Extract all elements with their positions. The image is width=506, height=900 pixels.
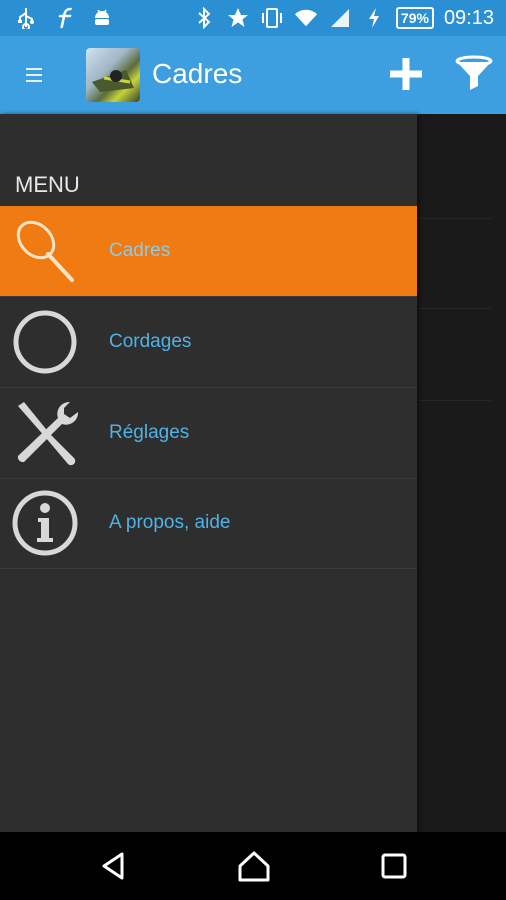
add-icon <box>390 58 422 90</box>
status-time: 09:13 <box>443 6 494 29</box>
menu-item-reglages[interactable]: Réglages <box>0 388 417 479</box>
status-left-icons <box>14 6 114 30</box>
filter-icon <box>455 55 493 90</box>
star-icon <box>226 6 250 30</box>
back-button[interactable] <box>96 848 132 884</box>
recents-icon <box>381 853 407 879</box>
back-icon <box>102 852 124 880</box>
menu-item-label: Cordages <box>109 331 192 352</box>
racket-icon <box>10 216 80 286</box>
list-divider <box>418 400 492 401</box>
status-right-icons: 79% 09:13 <box>192 6 494 30</box>
app-logo <box>86 48 140 102</box>
home-button[interactable] <box>236 848 272 884</box>
menu-item-cordages[interactable]: Cordages <box>0 297 417 388</box>
menu-item-cadres[interactable]: Cadres <box>0 206 417 297</box>
usb-icon <box>14 6 38 30</box>
info-icon <box>10 488 80 558</box>
page-title: Cadres <box>152 58 243 89</box>
navigation-bar <box>0 832 506 900</box>
charging-icon <box>362 6 386 30</box>
navigation-drawer: MENU Cadres Cordages Réglages A propos, … <box>0 114 417 832</box>
drawer-toggle-icon[interactable] <box>26 64 42 88</box>
tools-icon <box>10 398 80 468</box>
filter-button[interactable] <box>454 54 494 94</box>
signal-icon <box>328 6 352 30</box>
menu-item-a-propos[interactable]: A propos, aide <box>0 478 417 569</box>
home-icon <box>238 851 270 882</box>
wifi-icon <box>294 6 318 30</box>
action-bar: Cadres <box>0 36 506 114</box>
list-divider <box>418 218 492 219</box>
list-divider <box>418 308 492 309</box>
bluetooth-icon <box>192 6 216 30</box>
recents-button[interactable] <box>376 848 412 884</box>
menu-header: MENU <box>15 172 80 197</box>
vibrate-icon <box>260 6 284 30</box>
string-ring-icon <box>10 307 80 377</box>
menu-item-label: A propos, aide <box>109 512 231 533</box>
android-icon <box>90 6 114 30</box>
status-bar: 79% 09:13 <box>0 0 506 36</box>
menu-item-label: Réglages <box>109 422 190 443</box>
menu-item-label: Cadres <box>109 240 171 261</box>
battery-level: 79% <box>395 7 434 29</box>
facebook-icon <box>52 6 76 30</box>
add-button[interactable] <box>386 54 426 94</box>
